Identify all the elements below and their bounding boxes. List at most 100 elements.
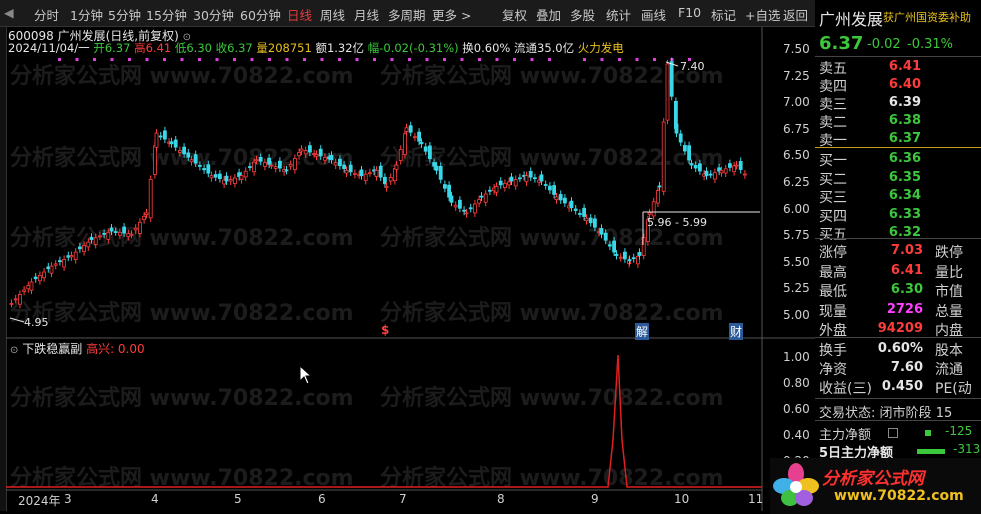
low-marker-line: [9, 317, 25, 323]
mouse-cursor-icon: [299, 365, 313, 385]
price-tick-label: 6.00: [783, 201, 810, 216]
candle-body: [569, 200, 574, 208]
candle-body: [239, 175, 244, 180]
time-axis: 2024年 3 4 5 6 7 8 9 10 11: [6, 492, 763, 510]
candle-body: [342, 164, 347, 170]
quote-price: 6.37: [819, 33, 864, 54]
signal-dot: [513, 58, 516, 61]
stat-right-label: 跌停: [935, 245, 963, 261]
stat-right-label: 量比: [935, 264, 963, 281]
event-dividend-marker[interactable]: $: [381, 323, 389, 337]
candle-body: [98, 235, 102, 238]
candle-body: [247, 166, 252, 168]
stat-right-label: 总量: [935, 303, 963, 320]
indicator-tick-label: 0.80: [783, 376, 810, 390]
candle-body: [513, 179, 518, 187]
candle-body: [126, 233, 131, 237]
stat-label: 涨停: [819, 245, 847, 261]
candle-body: [734, 164, 739, 167]
orderbook-level-label: 买五: [819, 227, 847, 243]
candle-body: [738, 161, 743, 170]
candle-body: [693, 165, 698, 169]
candle-body: [106, 231, 111, 240]
candle-body: [627, 259, 632, 262]
indicator-name[interactable]: 下跌稳赢副: [22, 342, 82, 356]
indicator-tick-label: 1.00: [783, 350, 810, 364]
candle-body: [656, 190, 660, 204]
candle-body: [487, 189, 492, 192]
candle-body: [509, 176, 514, 182]
candle-body: [687, 145, 691, 161]
candle-body: [464, 212, 469, 215]
stat-label: 最高: [819, 264, 847, 281]
flow-toggle-icon[interactable]: [888, 428, 898, 438]
signal-dot: [320, 58, 324, 61]
candle-body: [329, 154, 334, 161]
candle-body: [539, 174, 544, 182]
orderbook-level-label: 买二: [819, 171, 847, 188]
candle-body: [442, 184, 447, 189]
flower-logo-icon: [773, 463, 819, 506]
candle-body: [344, 169, 349, 174]
candle-body: [378, 165, 383, 178]
event-unlock-marker[interactable]: 解: [635, 323, 650, 340]
event-report-marker[interactable]: 财: [729, 323, 744, 340]
stat-label: 最低: [819, 284, 847, 300]
indicator-tick-label: 0.40: [783, 428, 810, 442]
signal-dot: [600, 58, 604, 61]
candle-body: [683, 145, 687, 152]
candle-body: [637, 252, 642, 256]
candle-body: [708, 173, 713, 176]
candle-body: [582, 207, 586, 217]
candle-body: [314, 153, 319, 157]
candle-body: [53, 263, 58, 266]
signal-dots: [58, 58, 691, 61]
indicator-line: [6, 354, 762, 488]
kline-chart[interactable]: [0, 0, 815, 514]
candle-body: [543, 184, 548, 186]
candle-body: [284, 169, 289, 172]
candle-body: [228, 179, 233, 182]
indicator-value: 高兴: 0.00: [86, 342, 145, 356]
signal-dot: [530, 58, 534, 61]
quote-panel: 广州发展 获广州国资委补助 6.37 -0.02 -0.31% 卖五 6.41 卖四…: [770, 0, 981, 514]
candle-body: [367, 172, 372, 175]
candle-body: [109, 227, 114, 232]
price-axis: 7.50 7.25 7.00 6.75 6.50 6.25 6.00 5.75 5.50 5.25…: [765, 27, 813, 337]
candle-body: [477, 199, 482, 204]
candle-body: [26, 285, 31, 290]
candle-body: [169, 141, 174, 145]
indicator-menu-icon[interactable]: ⊙: [10, 345, 18, 356]
stat2-label: 收益(三): [819, 381, 872, 397]
orderbook-level-price: 6.38: [888, 113, 921, 128]
candle-body: [322, 156, 327, 161]
divider: [815, 238, 981, 239]
candle-body: [447, 184, 452, 198]
price-tick-label: 5.25: [783, 281, 810, 296]
candle-body: [743, 173, 747, 176]
candle-body: [723, 168, 728, 174]
indicator-tick-label: 0.60: [783, 402, 810, 416]
candle-body: [93, 237, 98, 245]
candle-body: [417, 131, 422, 142]
quote-news-ticker[interactable]: 获广州国资委补助: [883, 9, 978, 25]
candle-body: [213, 174, 218, 178]
candle-body: [665, 63, 670, 121]
candle-body: [66, 255, 71, 258]
candle-body: [69, 255, 74, 258]
candle-body: [197, 164, 202, 167]
candle-body: [563, 197, 567, 204]
candle-body: [588, 217, 593, 224]
signal-dot: [355, 58, 359, 61]
candle-body: [299, 148, 304, 152]
price-tick-label: 6.50: [783, 148, 810, 163]
candle-body: [318, 148, 323, 157]
candle-body: [608, 244, 612, 247]
orderbook-level-label: 买三: [819, 190, 847, 206]
time-tick-label: 10: [674, 492, 690, 506]
candle-body: [578, 213, 582, 215]
signal-dot: [198, 58, 201, 61]
orderbook-level-label: 买一: [819, 153, 847, 169]
candle-body: [374, 169, 379, 177]
logo-url: www.70822.com: [834, 488, 964, 504]
